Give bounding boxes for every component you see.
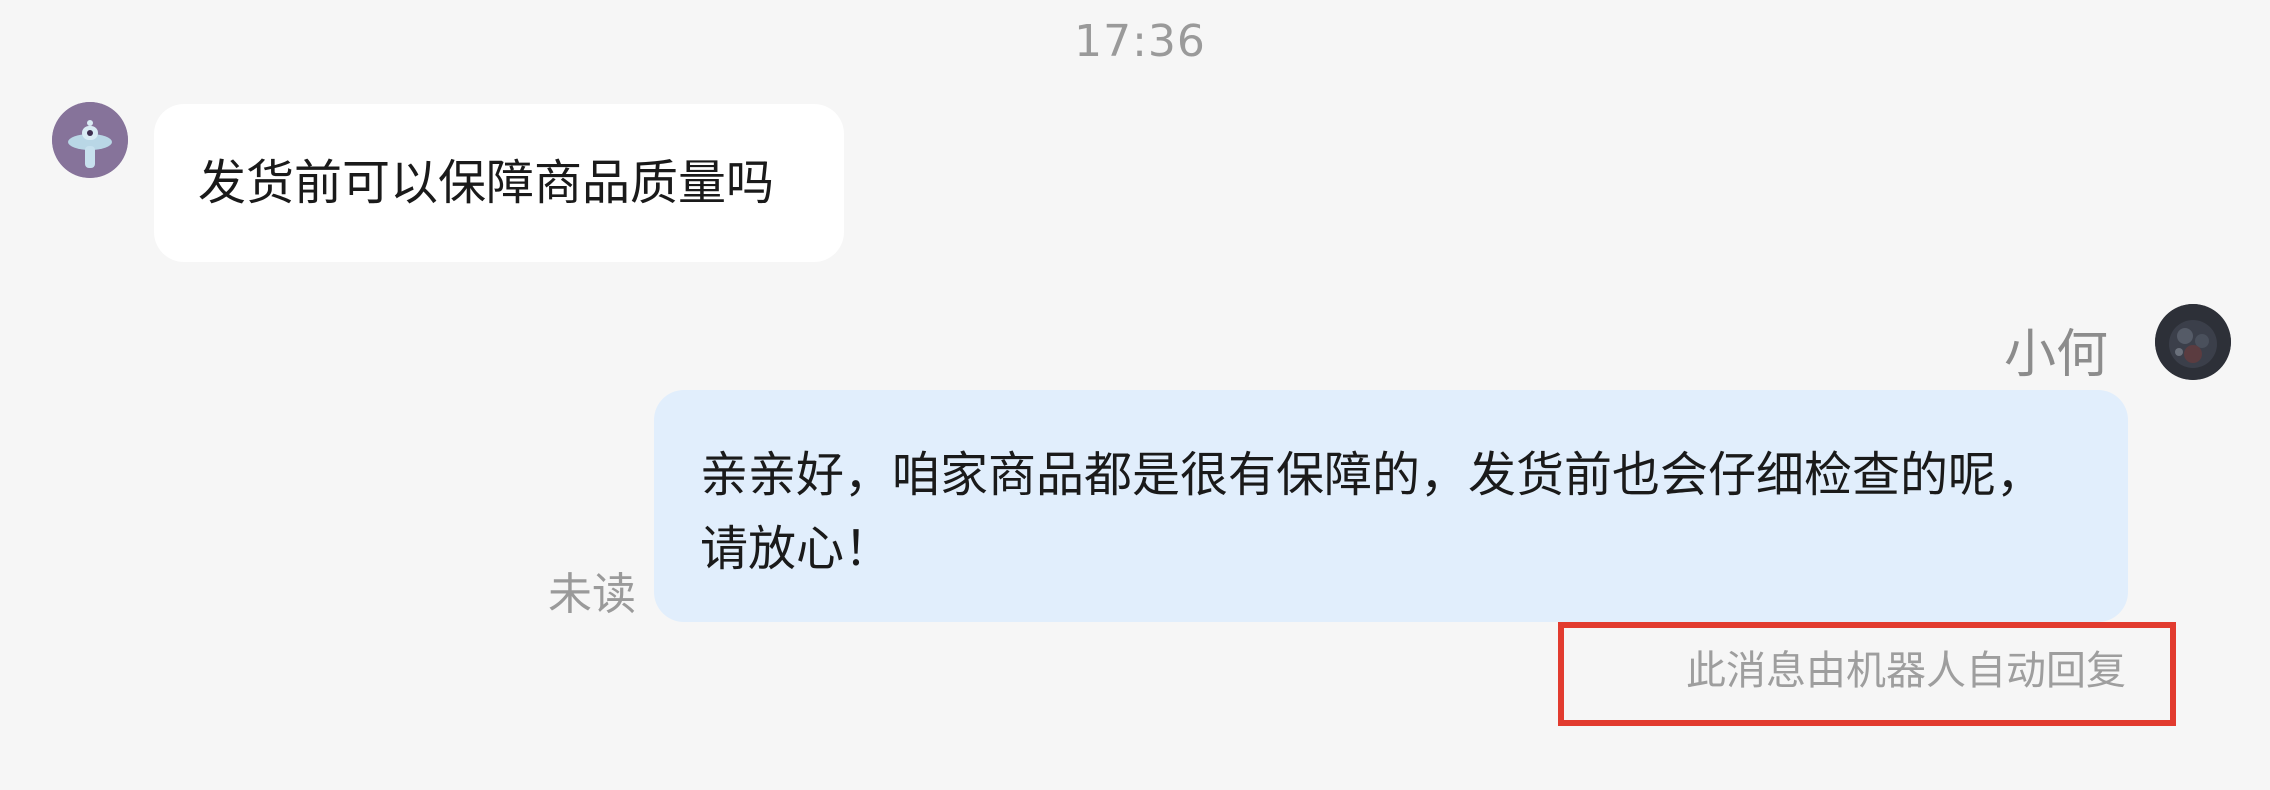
agent-avatar[interactable] [2155, 304, 2231, 380]
message-timestamp: 17:36 [1074, 16, 1206, 67]
auto-reply-note: 此消息由机器人自动回复 [1686, 648, 2126, 694]
agent-message-text: 亲亲好，咱家商品都是很有保障的，发货前也会仔细检查的呢，请放心！ [700, 447, 2045, 577]
agent-message-bubble: 亲亲好，咱家商品都是很有保障的，发货前也会仔细检查的呢，请放心！ [654, 390, 2128, 622]
customer-avatar[interactable] [52, 102, 128, 178]
agent-avatar-icon [2155, 304, 2231, 380]
agent-name: 小何 [2003, 325, 2108, 385]
customer-message-bubble: 发货前可以保障商品质量吗 [154, 104, 844, 262]
read-status: 未读 [548, 569, 636, 620]
robot-avatar-icon [52, 102, 128, 178]
customer-message-text: 发货前可以保障商品质量吗 [198, 155, 775, 211]
